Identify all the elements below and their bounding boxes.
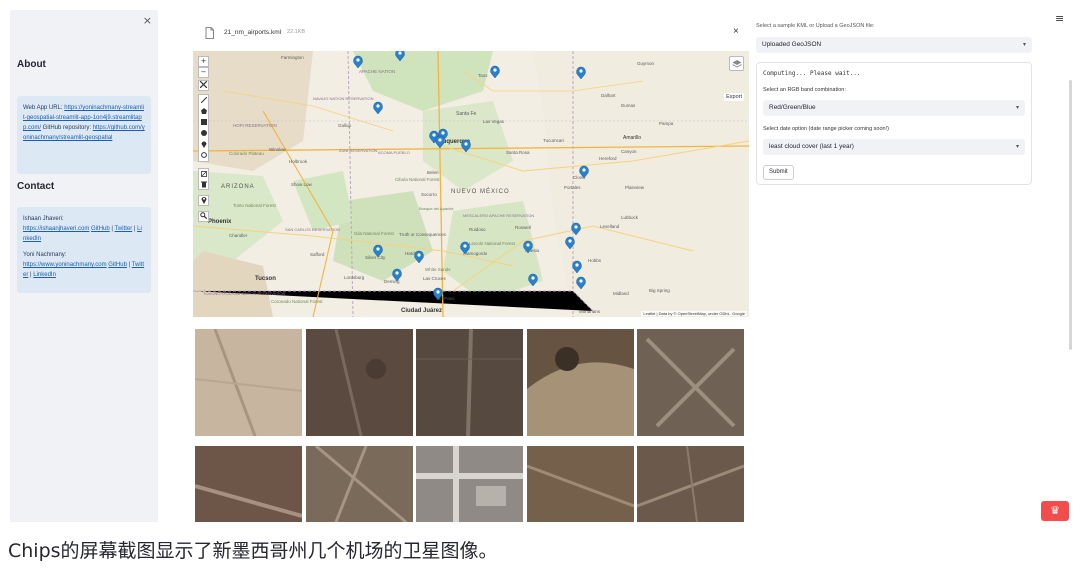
rgb-label: Select an RGB band combination: bbox=[763, 87, 846, 93]
about-box: Web App URL: https://yoninachmany-stream… bbox=[17, 96, 151, 174]
fullscreen-button[interactable] bbox=[198, 80, 209, 91]
scrollbar[interactable] bbox=[1069, 80, 1072, 350]
draw-polygon-icon[interactable] bbox=[201, 108, 207, 114]
airport-markers bbox=[353, 51, 589, 301]
chip-image-5 bbox=[637, 329, 744, 436]
airport-marker[interactable] bbox=[565, 236, 575, 250]
airport-marker[interactable] bbox=[528, 273, 538, 287]
airport-marker[interactable] bbox=[576, 66, 586, 80]
submit-button[interactable]: Submit bbox=[763, 165, 794, 180]
person1-name: Ishaan Jhaveri: bbox=[23, 216, 64, 222]
airport-marker[interactable] bbox=[490, 65, 500, 79]
airport-marker[interactable] bbox=[460, 241, 470, 255]
chip-image-8 bbox=[416, 446, 523, 522]
fullscreen-icon bbox=[199, 80, 208, 89]
figure-caption: Chips的屏幕截图显示了新墨西哥州几个机场的卫星图像。 bbox=[8, 540, 498, 562]
crown-badge-button[interactable]: ♛ bbox=[1041, 501, 1069, 521]
person2-site-link[interactable]: https://www.yoninachmany.com bbox=[23, 262, 107, 268]
kml-select-label: Select a sample KML or Upload a GeoJSON … bbox=[756, 23, 875, 29]
edit-toolbar bbox=[198, 168, 209, 190]
draw-toolbar bbox=[198, 94, 209, 162]
file-size: 22.1KB bbox=[287, 29, 306, 35]
map-attribution: Leaflet | Data by © OpenStreetMap, under… bbox=[641, 311, 747, 316]
uploaded-file-bar: 21_nm_airports.kml 22.1KB × bbox=[193, 26, 749, 42]
sidebar-close-button[interactable]: × bbox=[143, 14, 152, 27]
chevron-down-icon: ▾ bbox=[1015, 105, 1019, 111]
person2-linkedin-link[interactable]: LinkedIn bbox=[33, 272, 56, 278]
webapp-prefix: Web App URL: bbox=[23, 105, 65, 111]
person1-github-link[interactable]: GitHub bbox=[91, 226, 110, 232]
airport-marker[interactable] bbox=[435, 135, 445, 149]
about-heading: About bbox=[17, 59, 46, 70]
computing-status: Computing... Please wait... bbox=[763, 70, 861, 77]
layers-button[interactable] bbox=[729, 56, 744, 71]
edit-icon[interactable] bbox=[201, 171, 207, 177]
airport-marker[interactable] bbox=[392, 268, 402, 282]
airport-marker[interactable] bbox=[373, 244, 383, 258]
repo-prefix: GitHub repository: bbox=[41, 125, 93, 131]
processing-panel: Computing... Please wait... Select an RG… bbox=[756, 62, 1032, 185]
sidebar: × About Web App URL: https://yoninachman… bbox=[10, 10, 158, 522]
chip-image-6 bbox=[195, 446, 302, 522]
map-search-button[interactable] bbox=[198, 211, 209, 222]
person1-site-link[interactable]: https://ishaanjhaveri.com bbox=[23, 226, 89, 232]
airport-marker[interactable] bbox=[373, 101, 383, 115]
chip-image-10 bbox=[637, 446, 744, 522]
chip-image-9 bbox=[527, 446, 634, 522]
airport-marker[interactable] bbox=[414, 250, 424, 264]
airport-marker[interactable] bbox=[572, 260, 582, 274]
airport-marker[interactable] bbox=[576, 276, 586, 290]
remove-file-button[interactable]: × bbox=[733, 26, 739, 37]
airport-marker[interactable] bbox=[571, 222, 581, 236]
date-select-value: least cloud cover (last 1 year) bbox=[769, 143, 854, 150]
chip-image-7 bbox=[306, 446, 413, 522]
geojson-select-value: Uploaded GeoJSON bbox=[762, 41, 822, 48]
contact-box: Ishaan Jhaveri: https://ishaanjhaveri.co… bbox=[17, 207, 151, 293]
date-label: Select date option (date range picker co… bbox=[763, 126, 889, 132]
zoom-out-button[interactable]: − bbox=[198, 67, 209, 78]
search-icon bbox=[200, 212, 208, 220]
chip-image-3 bbox=[416, 329, 523, 436]
geojson-select[interactable]: Uploaded GeoJSON ▾ bbox=[756, 37, 1032, 53]
zoom-in-button[interactable]: + bbox=[198, 56, 209, 67]
contact-person-2: Yoni Nachmany: https://www.yoninachmany.… bbox=[23, 250, 145, 280]
map[interactable]: Farmington APACHE NATION NAVAJO NATION R… bbox=[193, 51, 749, 317]
chip-image-1 bbox=[195, 329, 302, 436]
chip-image-2 bbox=[306, 329, 413, 436]
crown-icon: ♛ bbox=[1050, 504, 1060, 517]
chip-image-4 bbox=[527, 329, 634, 436]
airport-marker[interactable] bbox=[433, 287, 443, 301]
export-button[interactable]: Export bbox=[724, 93, 744, 101]
draw-marker-icon[interactable] bbox=[201, 141, 207, 148]
contact-person-1: Ishaan Jhaveri: https://ishaanjhaveri.co… bbox=[23, 214, 145, 244]
locate-button[interactable] bbox=[198, 195, 209, 206]
file-name: 21_nm_airports.kml bbox=[224, 29, 282, 36]
draw-polyline-icon[interactable] bbox=[201, 97, 207, 103]
draw-circle-icon[interactable] bbox=[201, 130, 207, 136]
location-pin-icon bbox=[201, 197, 206, 204]
person2-name: Yoni Nachmany: bbox=[23, 252, 67, 258]
rgb-select-value: Red/Green/Blue bbox=[769, 104, 816, 111]
chevron-down-icon: ▾ bbox=[1015, 144, 1019, 150]
date-select[interactable]: least cloud cover (last 1 year) ▾ bbox=[763, 139, 1025, 155]
layers-icon bbox=[732, 60, 742, 68]
hamburger-menu-icon[interactable]: ≡ bbox=[1055, 12, 1064, 25]
chevron-down-icon: ▾ bbox=[1022, 42, 1026, 48]
person1-twitter-link[interactable]: Twitter bbox=[115, 226, 133, 232]
file-icon bbox=[205, 27, 214, 39]
airport-marker[interactable] bbox=[461, 139, 471, 153]
contact-heading: Contact bbox=[17, 181, 55, 192]
person2-github-link[interactable]: GitHub bbox=[108, 262, 127, 268]
draw-circlemarker-icon[interactable] bbox=[201, 152, 207, 158]
rgb-select[interactable]: Red/Green/Blue ▾ bbox=[763, 100, 1025, 116]
airport-marker[interactable] bbox=[523, 240, 533, 254]
airport-marker[interactable] bbox=[579, 165, 589, 179]
airport-marker[interactable] bbox=[353, 55, 363, 69]
delete-icon[interactable] bbox=[201, 181, 207, 188]
airport-marker[interactable] bbox=[395, 51, 405, 62]
draw-rectangle-icon[interactable] bbox=[201, 119, 207, 125]
